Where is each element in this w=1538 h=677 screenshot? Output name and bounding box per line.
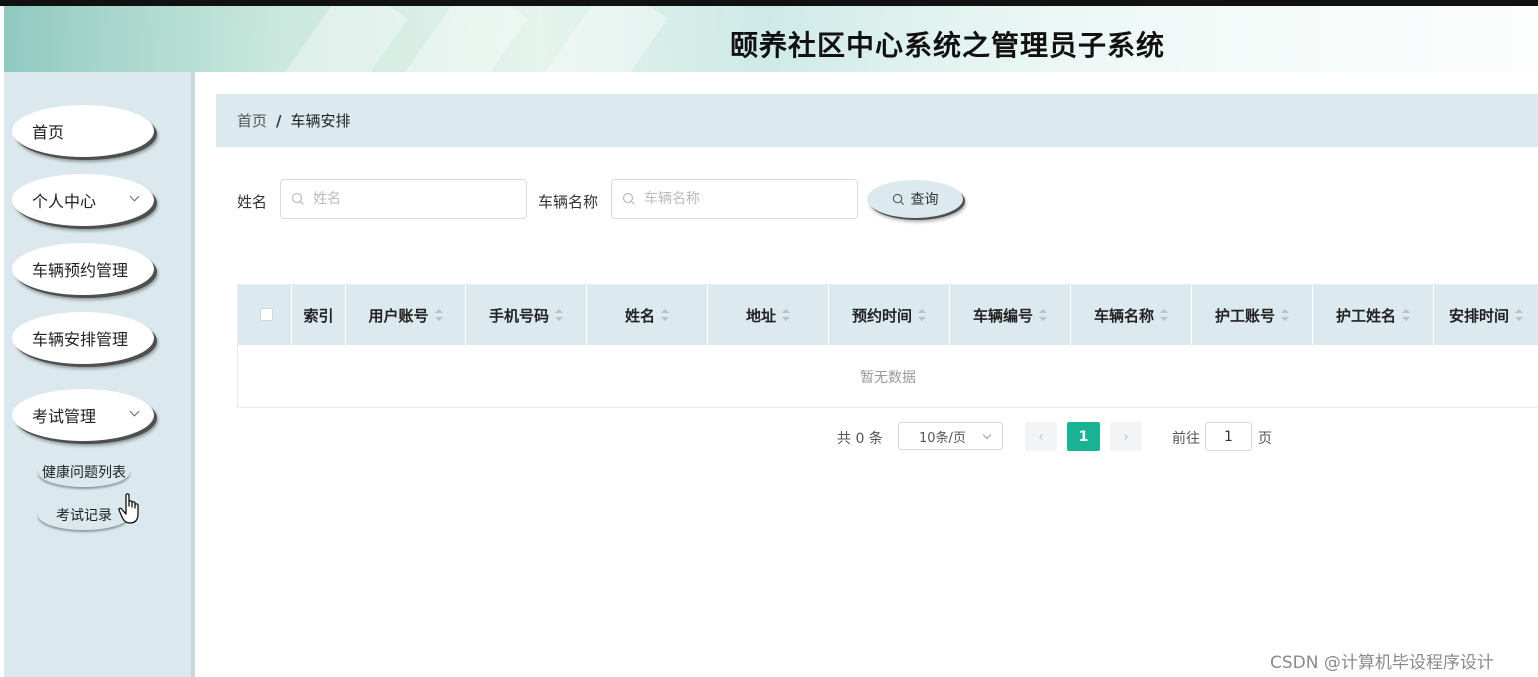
sidebar-subitem-exam-records[interactable]: 考试记录: [38, 500, 130, 530]
chevron-down-icon: [982, 430, 992, 440]
column-label: 手机号码: [488, 306, 549, 325]
sidebar-subitem-label: 健康问题列表: [42, 465, 126, 481]
sort-icon[interactable]: [1281, 309, 1289, 321]
goto-label: 前往: [1172, 431, 1200, 447]
page-suffix-label: 页: [1258, 431, 1272, 447]
goto-page-input[interactable]: [1205, 422, 1252, 451]
column-header-user-account[interactable]: 用户账号: [346, 285, 466, 345]
search-icon: [622, 192, 635, 205]
page-size-select[interactable]: 10条/页: [898, 422, 1003, 450]
select-all-checkbox[interactable]: [260, 308, 273, 321]
sort-icon[interactable]: [555, 309, 563, 321]
column-header-booking-time[interactable]: 预约时间: [829, 285, 950, 345]
sidebar-item-vehicle-arrangement[interactable]: 车辆安排管理: [12, 312, 154, 364]
query-button[interactable]: 查询: [867, 180, 963, 218]
column-label: 预约时间: [851, 306, 912, 325]
name-search-input[interactable]: [313, 191, 493, 207]
sort-icon[interactable]: [918, 309, 926, 321]
sort-icon[interactable]: [434, 309, 443, 321]
column-label: 车辆名称: [1093, 306, 1154, 325]
column-label: 护工账号: [1214, 306, 1275, 325]
column-label: 用户账号: [368, 306, 429, 325]
query-button-label: 查询: [910, 192, 939, 208]
sidebar-item-label: 个人中心: [32, 192, 97, 211]
column-label: 安排时间: [1448, 306, 1509, 325]
sidebar-item-label: 车辆预约管理: [32, 261, 129, 280]
column-header-vehicle-number[interactable]: 车辆编号: [950, 285, 1071, 345]
page-number-button[interactable]: 1: [1067, 422, 1100, 451]
name-label: 姓名: [237, 193, 268, 211]
sidebar-subitem-health-questions[interactable]: 健康问题列表: [38, 457, 130, 487]
sidebar-divider: [191, 72, 195, 677]
vehicle-name-label: 车辆名称: [538, 193, 599, 211]
breadcrumb-separator: /: [276, 111, 282, 130]
header-decoration: [270, 6, 408, 72]
column-label: 地址: [745, 306, 776, 325]
hand-cursor-icon: [118, 493, 139, 524]
column-label: 姓名: [624, 306, 655, 325]
table-empty-text: 暂无数据: [860, 369, 916, 386]
sidebar-item-label: 考试管理: [32, 407, 97, 426]
chevron-down-icon: [129, 406, 140, 417]
column-label: 索引: [303, 306, 334, 325]
column-header-caregiver-name[interactable]: 护工姓名: [1313, 285, 1434, 345]
search-icon: [291, 192, 304, 205]
sidebar-item-label: 首页: [32, 123, 65, 142]
breadcrumb-home[interactable]: 首页: [237, 110, 267, 131]
app-header: 颐养社区中心系统之管理员子系统: [4, 6, 1538, 72]
chevron-right-icon: ›: [1123, 428, 1129, 445]
sort-icon[interactable]: [782, 309, 790, 321]
table-header: 索引 用户账号 手机号码 姓名 地址 预约时间 车辆编号 车辆名称 护工账号 护…: [238, 285, 1538, 345]
column-header-index: 索引: [292, 285, 346, 345]
breadcrumb-current: 车辆安排: [290, 112, 351, 130]
next-page-button[interactable]: ›: [1110, 422, 1142, 451]
sidebar-item-vehicle-booking[interactable]: 车辆预约管理: [12, 243, 154, 295]
sort-icon[interactable]: [1039, 309, 1047, 321]
breadcrumb: 首页 / 车辆安排: [216, 94, 1538, 147]
chevron-left-icon: ‹: [1038, 428, 1044, 445]
watermark: CSDN @计算机毕设程序设计: [1270, 653, 1494, 673]
sidebar-item-label: 车辆安排管理: [32, 330, 129, 349]
column-header-arrangement-time[interactable]: 安排时间: [1434, 285, 1538, 345]
header-decoration: [530, 6, 668, 72]
column-header-phone[interactable]: 手机号码: [466, 285, 587, 345]
column-select-all: [238, 285, 292, 345]
pagination-total: 共 0 条: [837, 431, 883, 447]
sidebar-item-personal-center[interactable]: 个人中心: [12, 174, 154, 226]
sort-icon[interactable]: [1402, 309, 1410, 321]
sort-icon[interactable]: [661, 309, 669, 321]
search-icon: [892, 193, 904, 205]
chevron-down-icon: [129, 191, 140, 202]
app-title: 颐养社区中心系统之管理员子系统: [730, 29, 1166, 62]
sidebar: [4, 72, 191, 677]
sort-icon[interactable]: [1515, 309, 1523, 321]
column-label: 护工姓名: [1335, 306, 1396, 325]
column-header-vehicle-name[interactable]: 车辆名称: [1071, 285, 1192, 345]
sidebar-subitem-label: 考试记录: [56, 508, 112, 524]
column-header-caregiver-account[interactable]: 护工账号: [1192, 285, 1313, 345]
vehicle-name-search-box: [611, 179, 858, 219]
column-label: 车辆编号: [972, 306, 1033, 325]
sidebar-item-exam-management[interactable]: 考试管理: [12, 389, 154, 441]
vehicle-name-search-input[interactable]: [644, 191, 824, 207]
sort-icon[interactable]: [1160, 309, 1168, 321]
sidebar-item-home[interactable]: 首页: [12, 105, 154, 157]
header-decoration: [390, 6, 528, 72]
data-table: 索引 用户账号 手机号码 姓名 地址 预约时间 车辆编号 车辆名称 护工账号 护…: [237, 284, 1538, 408]
prev-page-button[interactable]: ‹: [1025, 422, 1057, 451]
name-search-box: [280, 179, 527, 219]
column-header-name[interactable]: 姓名: [587, 285, 708, 345]
column-header-address[interactable]: 地址: [708, 285, 829, 345]
page-size-value: 10条/页: [919, 430, 966, 446]
